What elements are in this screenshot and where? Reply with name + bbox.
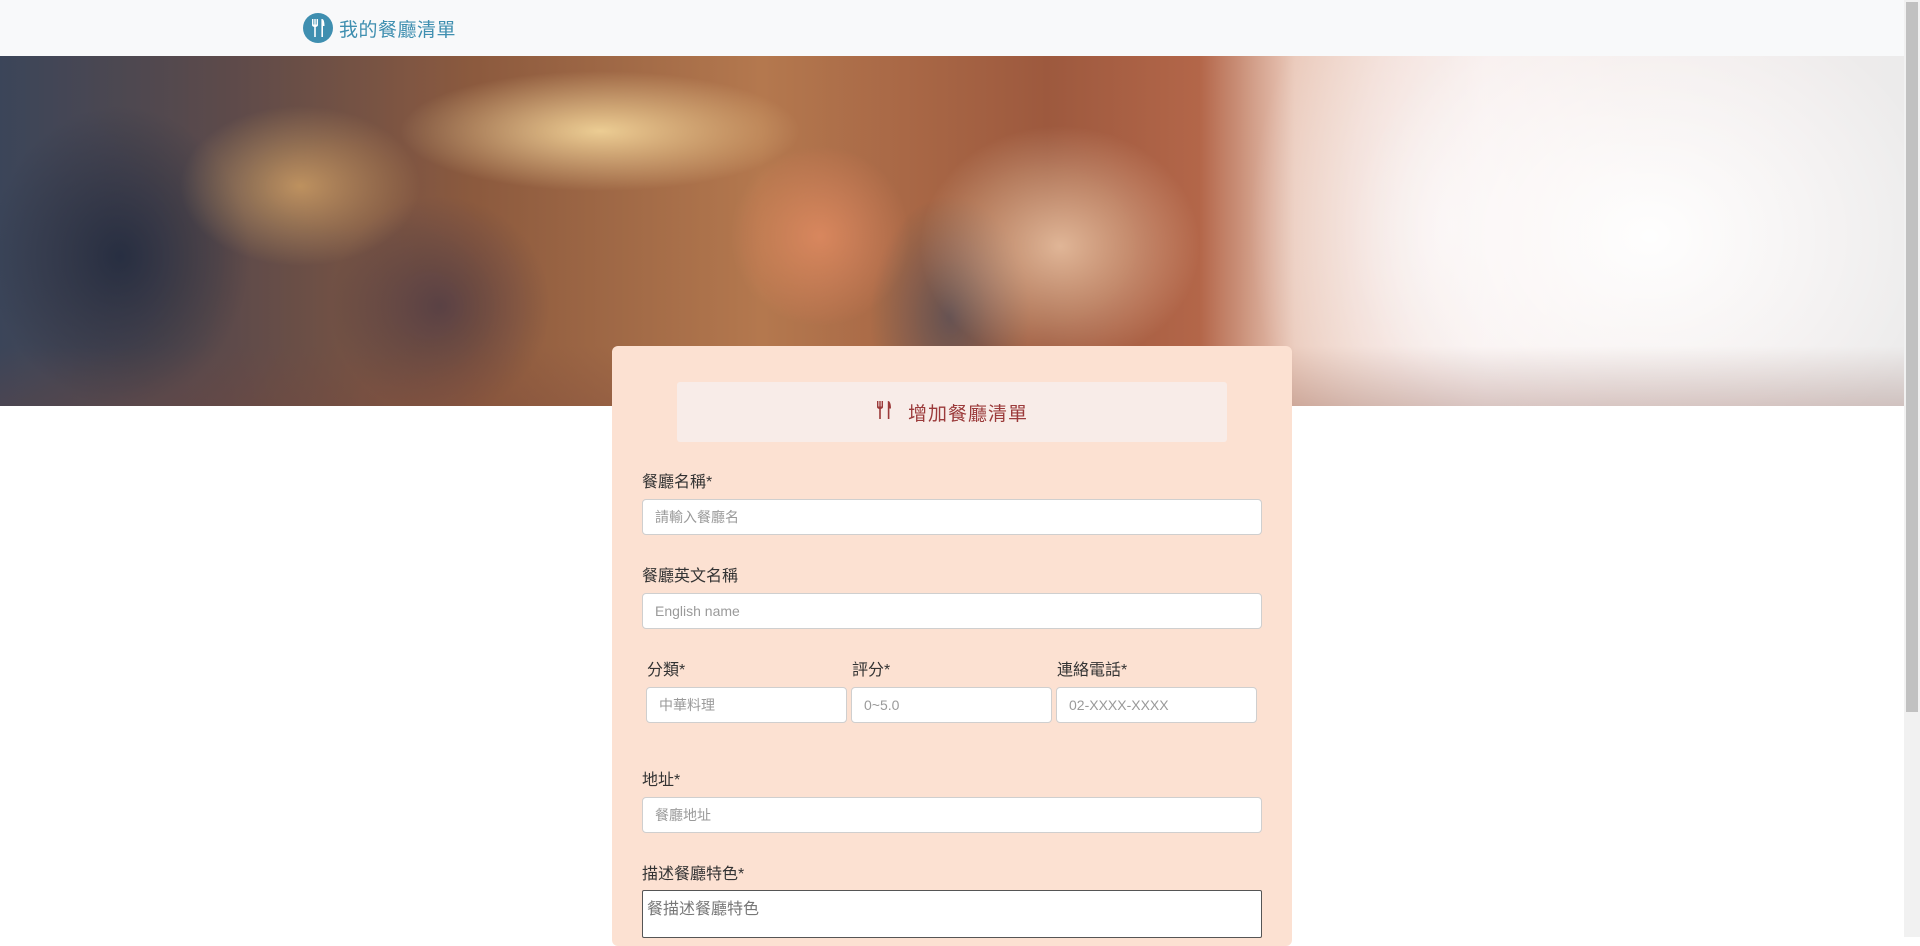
rating-label: 評分* xyxy=(852,662,891,679)
add-restaurant-form: 增加餐廳清單 餐廳名稱* 餐廳英文名稱 分類* 評分* 連絡電話* 地址* 描述… xyxy=(612,346,1292,946)
phone-input[interactable] xyxy=(1056,687,1257,723)
scrollbar-thumb[interactable] xyxy=(1906,2,1918,712)
restaurant-name-input[interactable] xyxy=(642,499,1262,535)
utensils-icon xyxy=(876,400,894,425)
description-textarea[interactable] xyxy=(642,890,1262,938)
address-label: 地址* xyxy=(642,772,681,789)
rating-input[interactable] xyxy=(851,687,1052,723)
form-title: 增加餐廳清單 xyxy=(907,403,1028,425)
category-label: 分類* xyxy=(647,662,686,679)
phone-label: 連絡電話* xyxy=(1057,662,1128,679)
category-input[interactable] xyxy=(646,687,847,723)
form-header: 增加餐廳清單 xyxy=(677,382,1227,442)
brand-title: 我的餐廳清單 xyxy=(339,19,457,41)
navbar: 我的餐廳清單 xyxy=(0,0,1904,56)
brand-link[interactable]: 我的餐廳清單 xyxy=(303,13,456,43)
name-en-label: 餐廳英文名稱 xyxy=(642,568,739,585)
name-label: 餐廳名稱* xyxy=(642,474,713,491)
address-input[interactable] xyxy=(642,797,1262,833)
description-label: 描述餐廳特色* xyxy=(642,866,745,883)
page-scrollbar[interactable] xyxy=(1904,0,1920,937)
utensils-icon xyxy=(303,13,333,43)
english-name-input[interactable] xyxy=(642,593,1262,629)
